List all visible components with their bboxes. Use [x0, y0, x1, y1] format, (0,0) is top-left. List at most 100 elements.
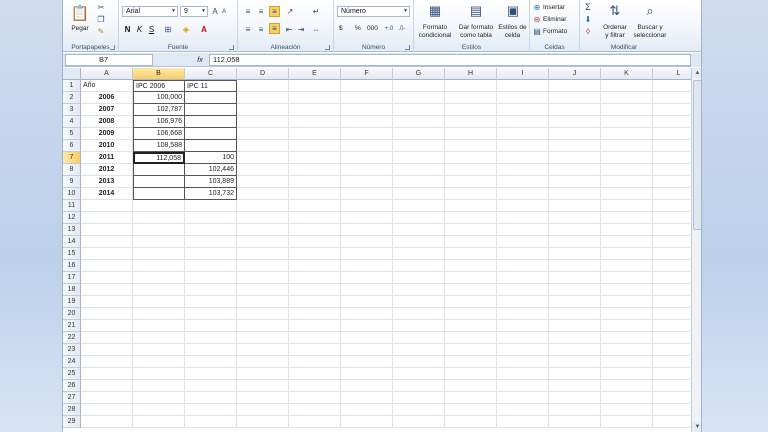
cell-j23[interactable] [549, 344, 601, 356]
cell-e16[interactable] [289, 260, 341, 272]
cell-l28[interactable] [653, 404, 691, 416]
cell-h17[interactable] [445, 272, 497, 284]
cell-k24[interactable] [601, 356, 653, 368]
cell-c21[interactable] [185, 320, 237, 332]
cell-a13[interactable] [81, 224, 133, 236]
cell-e15[interactable] [289, 248, 341, 260]
cell-f3[interactable] [341, 104, 393, 116]
cell-i2[interactable] [497, 92, 549, 104]
cell-d26[interactable] [237, 380, 289, 392]
cell-h15[interactable] [445, 248, 497, 260]
cell-g7[interactable] [393, 152, 445, 164]
cell-e21[interactable] [289, 320, 341, 332]
cell-styles-icon[interactable]: ▣ [505, 3, 521, 19]
row-header-3[interactable]: 3 [63, 104, 81, 116]
cell-e26[interactable] [289, 380, 341, 392]
cell-g8[interactable] [393, 164, 445, 176]
cell-b8[interactable] [133, 164, 185, 176]
cell-f29[interactable] [341, 416, 393, 428]
numero-launcher[interactable] [405, 45, 410, 50]
cell-a20[interactable] [81, 308, 133, 320]
cell-c11[interactable] [185, 200, 237, 212]
merge-center-icon[interactable]: ⇔ [310, 24, 322, 34]
cell-d8[interactable] [237, 164, 289, 176]
cell-e18[interactable] [289, 284, 341, 296]
row-header-28[interactable]: 28 [63, 404, 81, 416]
row-header-5[interactable]: 5 [63, 128, 81, 140]
cell-f7[interactable] [341, 152, 393, 164]
cell-f4[interactable] [341, 116, 393, 128]
cell-j7[interactable] [549, 152, 601, 164]
cell-l22[interactable] [653, 332, 691, 344]
cell-d18[interactable] [237, 284, 289, 296]
cell-g11[interactable] [393, 200, 445, 212]
insert-icon[interactable]: ⊕ [533, 3, 541, 12]
cell-c12[interactable] [185, 212, 237, 224]
alineacion-launcher[interactable] [325, 45, 330, 50]
cell-c27[interactable] [185, 392, 237, 404]
cell-h11[interactable] [445, 200, 497, 212]
cell-g13[interactable] [393, 224, 445, 236]
cell-j18[interactable] [549, 284, 601, 296]
cell-h2[interactable] [445, 92, 497, 104]
cell-j17[interactable] [549, 272, 601, 284]
cell-i7[interactable] [497, 152, 549, 164]
cell-h14[interactable] [445, 236, 497, 248]
cell-h9[interactable] [445, 176, 497, 188]
cell-h18[interactable] [445, 284, 497, 296]
cell-f6[interactable] [341, 140, 393, 152]
cell-c8[interactable]: 102,446 [185, 164, 237, 176]
cell-d13[interactable] [237, 224, 289, 236]
cell-a15[interactable] [81, 248, 133, 260]
cell-k20[interactable] [601, 308, 653, 320]
cell-a3[interactable]: 2007 [81, 104, 133, 116]
cell-k10[interactable] [601, 188, 653, 200]
row-header-22[interactable]: 22 [63, 332, 81, 344]
font-color-icon[interactable]: A [199, 24, 209, 34]
sort-filter-label[interactable]: Ordenar y filtrar [595, 24, 635, 39]
align-top-icon[interactable]: ≡ [243, 6, 253, 16]
conditional-format-icon[interactable]: ▦ [427, 3, 443, 19]
cell-j22[interactable] [549, 332, 601, 344]
row-header-1[interactable]: 1 [63, 80, 81, 92]
cell-b22[interactable] [133, 332, 185, 344]
function-icon[interactable]: fx [193, 54, 207, 66]
cell-c9[interactable]: 103,889 [185, 176, 237, 188]
cell-l4[interactable] [653, 116, 691, 128]
cell-e10[interactable] [289, 188, 341, 200]
cell-j6[interactable] [549, 140, 601, 152]
scroll-up-icon[interactable]: ▲ [692, 68, 701, 78]
cell-d19[interactable] [237, 296, 289, 308]
row-header-25[interactable]: 25 [63, 368, 81, 380]
cell-j25[interactable] [549, 368, 601, 380]
cell-b27[interactable] [133, 392, 185, 404]
cell-h1[interactable] [445, 80, 497, 92]
row-header-12[interactable]: 12 [63, 212, 81, 224]
cell-e23[interactable] [289, 344, 341, 356]
cell-c18[interactable] [185, 284, 237, 296]
align-middle-icon[interactable]: ≡ [256, 6, 266, 16]
cell-l1[interactable] [653, 80, 691, 92]
cell-j26[interactable] [549, 380, 601, 392]
cell-c2[interactable] [185, 92, 237, 104]
row-header-26[interactable]: 26 [63, 380, 81, 392]
align-left-icon[interactable]: ≡ [243, 24, 253, 34]
align-center-icon[interactable]: ≡ [256, 24, 266, 34]
cell-h12[interactable] [445, 212, 497, 224]
cell-g22[interactable] [393, 332, 445, 344]
cell-k27[interactable] [601, 392, 653, 404]
cell-j28[interactable] [549, 404, 601, 416]
cell-l17[interactable] [653, 272, 691, 284]
cell-l19[interactable] [653, 296, 691, 308]
cell-b19[interactable] [133, 296, 185, 308]
cell-f14[interactable] [341, 236, 393, 248]
cell-e14[interactable] [289, 236, 341, 248]
column-header-f[interactable]: F [341, 68, 393, 80]
cell-h5[interactable] [445, 128, 497, 140]
cell-h7[interactable] [445, 152, 497, 164]
column-header-a[interactable]: A [81, 68, 133, 80]
cell-i23[interactable] [497, 344, 549, 356]
column-header-b[interactable]: B [133, 68, 185, 80]
cell-b14[interactable] [133, 236, 185, 248]
cell-a8[interactable]: 2012 [81, 164, 133, 176]
